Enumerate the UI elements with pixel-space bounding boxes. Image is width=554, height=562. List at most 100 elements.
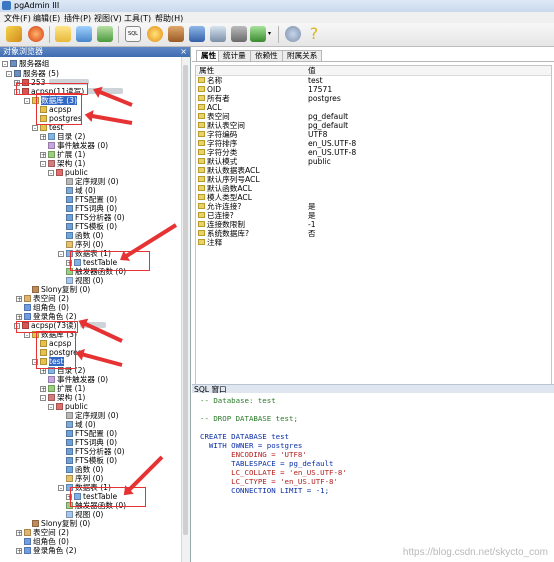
tree-item[interactable]: - 架构 (1) [40, 159, 85, 168]
tree-item[interactable]: FTS词典 (0) [58, 204, 117, 213]
tree-item[interactable]: Slony复制 (0) [24, 285, 90, 294]
tree-item[interactable]: 事件触发器 (0) [40, 141, 108, 150]
collapse-icon[interactable]: - [32, 125, 38, 132]
scrollbar-thumb[interactable] [183, 65, 188, 535]
property-row[interactable]: 系统数据库? 否 [196, 229, 551, 238]
tree-item[interactable]: + 表空间 (2) [16, 294, 69, 303]
property-row[interactable]: 名称 test [196, 76, 551, 85]
view-data-icon[interactable] [168, 26, 184, 42]
tree-item[interactable]: + 扩展 (1) [40, 384, 85, 393]
tree-item[interactable]: FTS配置 (0) [58, 195, 117, 204]
collapse-icon[interactable]: - [2, 61, 8, 68]
tree-item[interactable]: + 登录角色 (2) [16, 546, 77, 555]
tree-item[interactable]: 域 (0) [58, 420, 96, 429]
collapse-icon[interactable]: - [40, 395, 46, 402]
property-row[interactable]: 默认模式 public [196, 157, 551, 166]
property-row[interactable]: OID 17571 [196, 85, 551, 94]
tree-item[interactable]: 组角色 (0) [16, 303, 69, 312]
hint-bulb-icon[interactable] [285, 26, 301, 42]
property-row[interactable]: 默认序列号ACL [196, 175, 551, 184]
collapse-icon[interactable]: - [48, 404, 54, 411]
tree-item[interactable]: 函数 (0) [58, 465, 103, 474]
property-icon [198, 185, 205, 191]
property-icon [198, 167, 205, 173]
tree-item[interactable]: 函数 (0) [58, 231, 103, 240]
property-row[interactable]: 允许连接? 是 [196, 202, 551, 211]
expand-icon[interactable]: + [40, 134, 46, 141]
collapse-icon[interactable]: - [48, 170, 54, 177]
property-row[interactable]: 字符编码 UTF8 [196, 130, 551, 139]
expand-icon[interactable]: + [16, 530, 22, 537]
plugin-dropdown-icon[interactable]: ▾ [268, 26, 274, 42]
create-object-icon[interactable] [76, 26, 92, 42]
tree-item[interactable]: FTS分析器 (0) [58, 447, 125, 456]
tree-item[interactable]: 定序规则 (0) [58, 411, 119, 420]
property-row[interactable]: 模人类型ACL [196, 193, 551, 202]
tree-item[interactable]: - 架构 (1) [40, 393, 85, 402]
tree-item[interactable]: 事件触发器 (0) [40, 375, 108, 384]
tree-item[interactable]: FTS词典 (0) [58, 438, 117, 447]
tree-item-label: 架构 (1) [57, 159, 86, 168]
property-row[interactable]: 已连接? 是 [196, 211, 551, 220]
tree-item[interactable]: 定序规则 (0) [58, 177, 119, 186]
tab-statistics[interactable]: 统计量 [218, 50, 251, 61]
collapse-icon[interactable]: - [58, 485, 64, 492]
property-row[interactable]: 字符分类 en_US.UTF-8 [196, 148, 551, 157]
sql-query-icon[interactable]: SQL [125, 26, 141, 42]
column-header-value[interactable]: 值 [308, 66, 316, 75]
expand-icon[interactable]: + [16, 548, 22, 555]
tree-item[interactable]: FTS分析器 (0) [58, 213, 125, 222]
tree-item[interactable]: 序列 (0) [58, 240, 103, 249]
property-row[interactable]: 默认函数ACL [196, 184, 551, 193]
tree-item[interactable]: - 服务器组 [2, 59, 49, 68]
filter-data-icon[interactable] [189, 26, 205, 42]
property-row[interactable]: 所有者 postgres [196, 94, 551, 103]
properties-folder-icon[interactable] [55, 26, 71, 42]
wrench-icon[interactable] [231, 26, 247, 42]
property-row[interactable]: 表空间 pg_default [196, 112, 551, 121]
sql-pane[interactable]: -- Database: test -- DROP DATABASE test; C… [192, 393, 554, 562]
tree-item[interactable]: Slony复制 (0) [24, 519, 90, 528]
tree-item[interactable]: 视图 (0) [58, 510, 103, 519]
tree-item[interactable]: + 目录 (2) [40, 132, 85, 141]
collapse-icon[interactable]: - [6, 71, 12, 78]
tree-item[interactable]: + 登录角色 (2) [16, 312, 77, 321]
property-row[interactable]: 默认表空间 pg_default [196, 121, 551, 130]
expand-icon[interactable]: + [16, 314, 22, 321]
tree-scrollbar[interactable] [181, 57, 190, 562]
collapse-icon[interactable]: - [58, 251, 64, 258]
tree-item[interactable]: FTS模板 (0) [58, 222, 117, 231]
tree-item[interactable]: 序列 (0) [58, 474, 103, 483]
connect-plug-icon[interactable] [6, 26, 22, 42]
tree-item[interactable]: + 扩展 (1) [40, 150, 85, 159]
expand-icon[interactable]: + [40, 152, 46, 159]
tree-item[interactable]: + 表空间 (2) [16, 528, 69, 537]
refresh-icon[interactable] [28, 26, 44, 42]
property-row[interactable]: 连接数限制 -1 [196, 220, 551, 229]
property-row[interactable]: 注释 [196, 238, 551, 247]
tree-item[interactable]: FTS模板 (0) [58, 456, 117, 465]
property-row[interactable]: ACL [196, 103, 551, 112]
maintenance-icon[interactable] [210, 26, 226, 42]
column-header-property[interactable]: 属性 [199, 66, 214, 75]
property-row[interactable]: 字符排序 en_US.UTF-8 [196, 139, 551, 148]
sun-icon[interactable] [147, 26, 163, 42]
tree-item[interactable]: - public [48, 402, 88, 411]
tree-item[interactable]: - public [48, 168, 88, 177]
help-question-icon[interactable]: ? [306, 26, 322, 42]
plugin-icon[interactable] [250, 26, 266, 42]
tree-item[interactable]: 域 (0) [58, 186, 96, 195]
tab-dependents[interactable]: 附属关系 [282, 50, 323, 61]
tree-item[interactable]: FTS配置 (0) [58, 429, 117, 438]
tree-item[interactable]: 组角色 (0) [16, 537, 69, 546]
tab-dependencies[interactable]: 依赖性 [250, 50, 283, 61]
collapse-icon[interactable]: - [40, 161, 46, 168]
close-panel-icon[interactable]: × [180, 47, 187, 57]
collapse-icon[interactable]: - [24, 98, 30, 105]
expand-icon[interactable]: + [40, 386, 46, 393]
property-row[interactable]: 默认数据表ACL [196, 166, 551, 175]
tree-item[interactable]: - 服务器 (5) [6, 69, 59, 78]
tree-item[interactable]: 视图 (0) [58, 276, 103, 285]
expand-icon[interactable]: + [16, 296, 22, 303]
drop-object-icon[interactable] [97, 26, 113, 42]
